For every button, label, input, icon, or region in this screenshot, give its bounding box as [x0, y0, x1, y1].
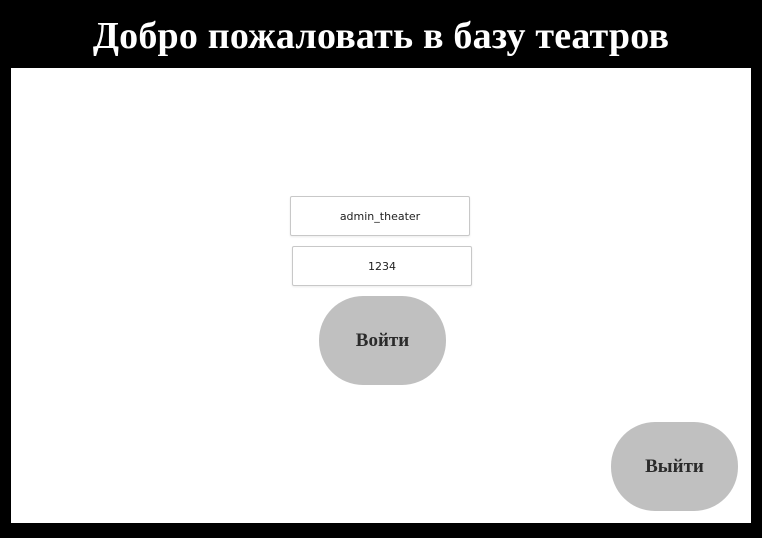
login-button[interactable]: Войти [319, 296, 446, 385]
exit-button[interactable]: Выйти [611, 422, 738, 511]
header-bar: Добро пожаловать в базу театров [0, 0, 762, 68]
password-field[interactable] [292, 246, 472, 286]
page-title: Добро пожаловать в базу театров [92, 14, 670, 57]
login-field[interactable] [290, 196, 470, 236]
content-panel: Войти Выйти [11, 68, 751, 523]
app-window: Добро пожаловать в базу театров Войти Вы… [0, 0, 762, 538]
